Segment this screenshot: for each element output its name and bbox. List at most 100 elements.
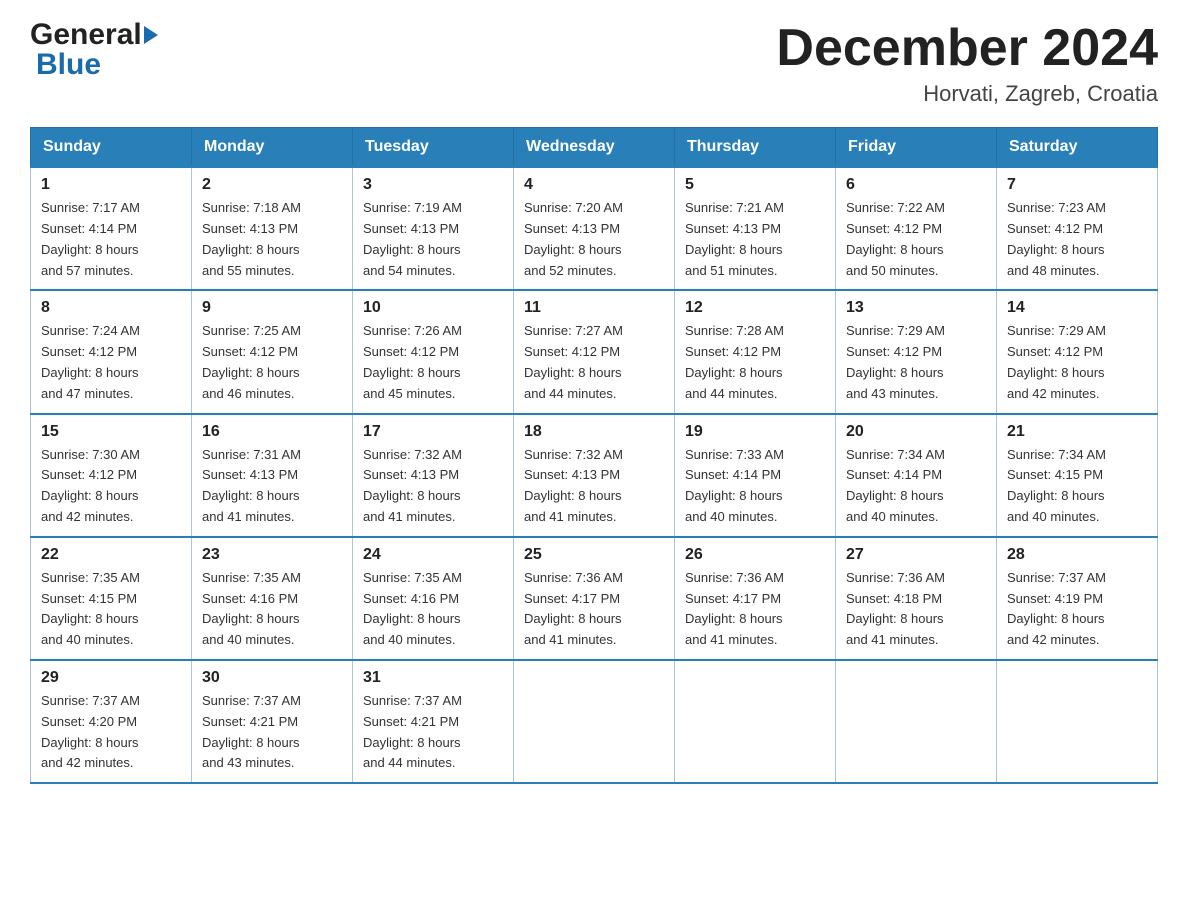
day-info: Sunrise: 7:35 AMSunset: 4:16 PMDaylight:… (202, 568, 342, 651)
day-info-line: and 45 minutes. (363, 384, 503, 405)
day-number: 31 (363, 669, 503, 687)
empty-cell (675, 660, 836, 783)
day-info-line: and 48 minutes. (1007, 261, 1147, 282)
day-cell-14: 14Sunrise: 7:29 AMSunset: 4:12 PMDayligh… (997, 290, 1158, 413)
day-info-line: Daylight: 8 hours (363, 240, 503, 261)
col-header-saturday: Saturday (997, 128, 1158, 168)
title-section: December 2024 Horvati, Zagreb, Croatia (776, 20, 1158, 107)
day-cell-22: 22Sunrise: 7:35 AMSunset: 4:15 PMDayligh… (31, 537, 192, 660)
day-info: Sunrise: 7:28 AMSunset: 4:12 PMDaylight:… (685, 321, 825, 404)
day-info-line: Daylight: 8 hours (1007, 609, 1147, 630)
col-header-sunday: Sunday (31, 128, 192, 168)
day-info-line: Sunset: 4:14 PM (846, 465, 986, 486)
day-number: 6 (846, 176, 986, 194)
day-info-line: Daylight: 8 hours (846, 240, 986, 261)
day-cell-24: 24Sunrise: 7:35 AMSunset: 4:16 PMDayligh… (353, 537, 514, 660)
day-info: Sunrise: 7:30 AMSunset: 4:12 PMDaylight:… (41, 445, 181, 528)
day-number: 9 (202, 299, 342, 317)
day-info-line: Daylight: 8 hours (846, 486, 986, 507)
day-cell-6: 6 Sunrise: 7:22 AMSunset: 4:12 PMDaylight… (836, 167, 997, 290)
day-info: Sunrise: 7:32 AMSunset: 4:13 PMDaylight:… (524, 445, 664, 528)
logo-text: General Blue (30, 20, 158, 80)
day-cell-16: 16Sunrise: 7:31 AMSunset: 4:13 PMDayligh… (192, 414, 353, 537)
day-info-line: Sunrise: 7:23 AM (1007, 198, 1147, 219)
day-info-line: Daylight: 8 hours (1007, 486, 1147, 507)
day-info-line: and 41 minutes. (846, 630, 986, 651)
day-cell-19: 19Sunrise: 7:33 AMSunset: 4:14 PMDayligh… (675, 414, 836, 537)
day-cell-20: 20Sunrise: 7:34 AMSunset: 4:14 PMDayligh… (836, 414, 997, 537)
day-info-line: Sunrise: 7:29 AM (846, 321, 986, 342)
day-info: Sunrise: 7:27 AMSunset: 4:12 PMDaylight:… (524, 321, 664, 404)
day-info-line: Sunset: 4:15 PM (41, 589, 181, 610)
day-info: Sunrise: 7:35 AMSunset: 4:15 PMDaylight:… (41, 568, 181, 651)
day-info: Sunrise: 7:35 AMSunset: 4:16 PMDaylight:… (363, 568, 503, 651)
day-info-line: Sunset: 4:13 PM (202, 465, 342, 486)
month-title: December 2024 (776, 20, 1158, 77)
day-info: Sunrise: 7:36 AMSunset: 4:17 PMDaylight:… (685, 568, 825, 651)
day-number: 11 (524, 299, 664, 317)
day-info-line: Daylight: 8 hours (524, 609, 664, 630)
day-number: 18 (524, 423, 664, 441)
day-info-line: Sunset: 4:12 PM (1007, 342, 1147, 363)
day-number: 30 (202, 669, 342, 687)
day-cell-23: 23Sunrise: 7:35 AMSunset: 4:16 PMDayligh… (192, 537, 353, 660)
day-info-line: Daylight: 8 hours (524, 363, 664, 384)
day-cell-17: 17 Sunrise: 7:32 AMSunset: 4:13 PMDayligh… (353, 414, 514, 537)
day-info-line: and 42 minutes. (41, 507, 181, 528)
day-number: 3 (363, 176, 503, 194)
week-row-3: 15Sunrise: 7:30 AMSunset: 4:12 PMDayligh… (31, 414, 1158, 537)
day-info-line: and 43 minutes. (846, 384, 986, 405)
day-cell-30: 30 Sunrise: 7:37 AMSunset: 4:21 PMDayligh… (192, 660, 353, 783)
day-info-line: and 57 minutes. (41, 261, 181, 282)
week-row-4: 22Sunrise: 7:35 AMSunset: 4:15 PMDayligh… (31, 537, 1158, 660)
day-info-line: Daylight: 8 hours (524, 240, 664, 261)
day-info-line: Sunrise: 7:35 AM (41, 568, 181, 589)
day-info-line: Sunrise: 7:17 AM (41, 198, 181, 219)
day-info-line: and 40 minutes. (1007, 507, 1147, 528)
day-info-line: Sunset: 4:21 PM (363, 712, 503, 733)
day-info: Sunrise: 7:37 AMSunset: 4:21 PMDaylight:… (363, 691, 503, 774)
day-info-line: Sunrise: 7:29 AM (1007, 321, 1147, 342)
day-info-line: Daylight: 8 hours (1007, 240, 1147, 261)
day-info-line: Sunrise: 7:25 AM (202, 321, 342, 342)
day-info: Sunrise: 7:25 AMSunset: 4:12 PMDaylight:… (202, 321, 342, 404)
day-info-line: Sunrise: 7:37 AM (202, 691, 342, 712)
day-cell-12: 12Sunrise: 7:28 AMSunset: 4:12 PMDayligh… (675, 290, 836, 413)
day-info-line: Sunset: 4:16 PM (363, 589, 503, 610)
day-info: Sunrise: 7:33 AMSunset: 4:14 PMDaylight:… (685, 445, 825, 528)
day-info-line: Sunset: 4:12 PM (685, 342, 825, 363)
day-cell-10: 10Sunrise: 7:26 AMSunset: 4:12 PMDayligh… (353, 290, 514, 413)
day-cell-21: 21Sunrise: 7:34 AMSunset: 4:15 PMDayligh… (997, 414, 1158, 537)
day-cell-8: 8Sunrise: 7:24 AMSunset: 4:12 PMDaylight… (31, 290, 192, 413)
day-info-line: and 42 minutes. (41, 753, 181, 774)
day-info: Sunrise: 7:37 AMSunset: 4:21 PMDaylight:… (202, 691, 342, 774)
day-info-line: Sunrise: 7:32 AM (524, 445, 664, 466)
day-number: 17 (363, 423, 503, 441)
day-cell-5: 5Sunrise: 7:21 AMSunset: 4:13 PMDaylight… (675, 167, 836, 290)
day-number: 8 (41, 299, 181, 317)
day-info-line: Daylight: 8 hours (1007, 363, 1147, 384)
day-info-line: Sunrise: 7:37 AM (363, 691, 503, 712)
day-number: 20 (846, 423, 986, 441)
day-info: Sunrise: 7:32 AMSunset: 4:13 PMDaylight:… (363, 445, 503, 528)
day-info: Sunrise: 7:17 AMSunset: 4:14 PMDaylight:… (41, 198, 181, 281)
day-info-line: and 40 minutes. (41, 630, 181, 651)
day-info-line: Daylight: 8 hours (524, 486, 664, 507)
day-info-line: and 44 minutes. (524, 384, 664, 405)
week-row-5: 29Sunrise: 7:37 AMSunset: 4:20 PMDayligh… (31, 660, 1158, 783)
day-info-line: Daylight: 8 hours (685, 486, 825, 507)
day-number: 21 (1007, 423, 1147, 441)
day-info-line: Sunset: 4:12 PM (202, 342, 342, 363)
day-info-line: Sunset: 4:12 PM (363, 342, 503, 363)
day-info-line: Sunrise: 7:30 AM (41, 445, 181, 466)
day-info-line: Daylight: 8 hours (202, 240, 342, 261)
day-info-line: Sunrise: 7:27 AM (524, 321, 664, 342)
day-info-line: and 47 minutes. (41, 384, 181, 405)
week-row-2: 8Sunrise: 7:24 AMSunset: 4:12 PMDaylight… (31, 290, 1158, 413)
day-info-line: Sunset: 4:13 PM (363, 465, 503, 486)
day-info: Sunrise: 7:22 AMSunset: 4:12 PMDaylight:… (846, 198, 986, 281)
day-info-line: and 42 minutes. (1007, 384, 1147, 405)
day-info-line: Sunrise: 7:32 AM (363, 445, 503, 466)
day-cell-18: 18 Sunrise: 7:32 AMSunset: 4:13 PMDayligh… (514, 414, 675, 537)
day-info: Sunrise: 7:37 AMSunset: 4:20 PMDaylight:… (41, 691, 181, 774)
